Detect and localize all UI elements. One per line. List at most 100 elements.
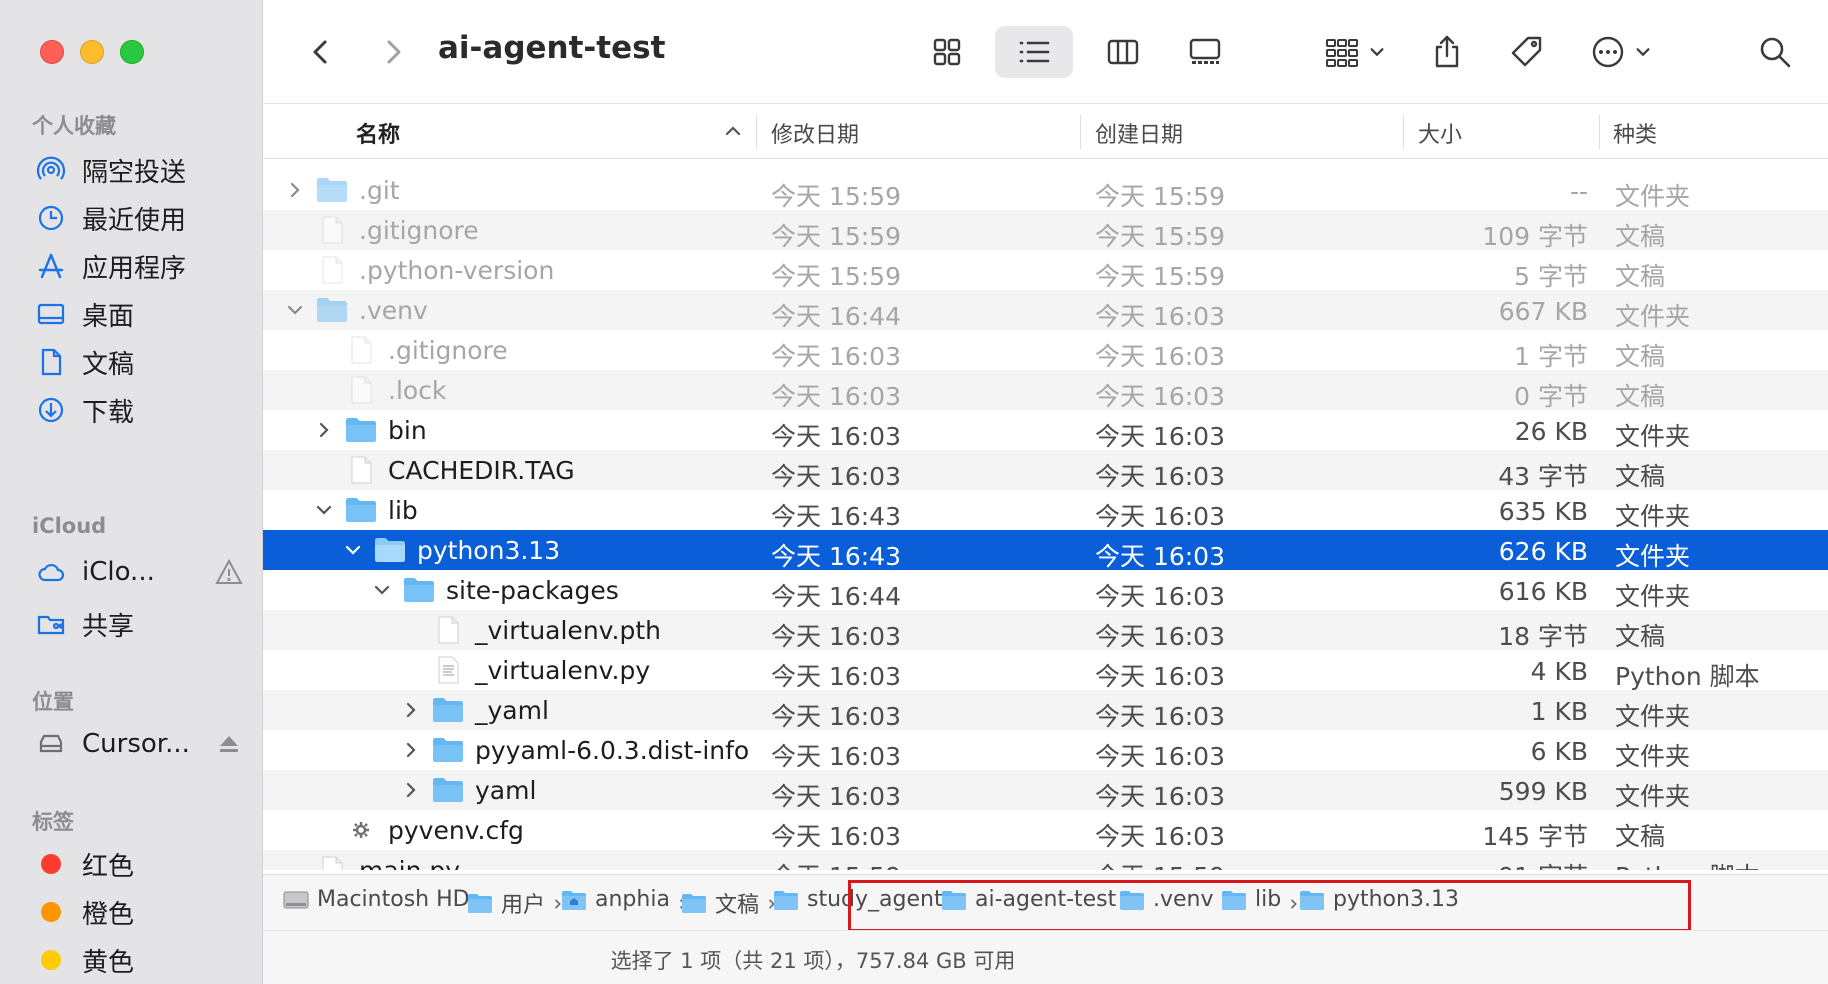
column-modified-header[interactable]: 修改日期 [771,117,859,149]
size-cell: 26 KB [1514,417,1588,446]
group-by-button[interactable] [1317,26,1393,78]
disclosure-collapsed-icon[interactable] [401,740,421,760]
gallery-view-button[interactable] [1175,26,1235,78]
modified-date-cell: 今天 16:03 [771,382,901,411]
group-grid-icon [1326,39,1358,67]
modified-date-cell: 今天 15:59 [771,182,901,211]
folder-icon [315,296,349,324]
share-button[interactable] [1423,26,1471,78]
sidebar-item-label: 最近使用 [82,205,187,236]
table-row[interactable]: site-packages 今天 16:44 今天 16:03 616 KB 文件夹 [263,570,1828,611]
name-cell: _virtualenv.py [401,650,650,690]
table-row[interactable]: lib 今天 16:43 今天 16:03 635 KB 文件夹 [263,490,1828,531]
disclosure-expanded-icon[interactable] [314,500,334,520]
disclosure-collapsed-icon[interactable] [401,700,421,720]
table-row[interactable]: yaml 今天 16:03 今天 16:03 599 KB 文件夹 [263,770,1828,811]
table-row[interactable]: bin 今天 16:03 今天 16:03 26 KB 文件夹 [263,410,1828,451]
hard-drive-icon [283,889,317,911]
modified-date-cell: 今天 16:03 [771,742,901,771]
name-cell: site-packages [372,570,619,610]
table-row[interactable]: pyyaml-6.0.3.dist-info 今天 16:03 今天 16:03 6 … [263,730,1828,771]
sidebar-item-airdrop[interactable]: 隔空投送 [34,148,249,192]
folder-icon [315,176,349,204]
table-row[interactable]: main.py 今天 15:59 今天 15:59 91 字节 Python 脚本 [263,850,1828,870]
table-row[interactable]: .lock 今天 16:03 今天 16:03 0 字节 文稿 [263,370,1828,411]
disclosure-expanded-icon[interactable] [343,540,363,560]
sidebar-item-shared[interactable]: 共享 [34,602,249,646]
table-row[interactable]: .gitignore 今天 16:03 今天 16:03 1 字节 文稿 [263,330,1828,371]
sidebar-item-icloud-drive[interactable]: iClo... [34,550,249,594]
name-cell: .venv [285,290,428,330]
name-cell: lib [314,490,418,530]
sidebar-item-recents[interactable]: 最近使用 [34,196,249,240]
name-cell: python3.13 [343,530,560,570]
minimize-window-button[interactable] [80,40,104,64]
back-button[interactable] [299,26,343,78]
eject-icon[interactable] [215,730,243,758]
file-name: lib [388,495,418,525]
search-button[interactable] [1751,26,1799,78]
size-cell: 5 字节 [1514,262,1588,291]
sidebar: 个人收藏 隔空投送 最近使用 应用程序 桌面 文稿 下载 iCloud iClo… [0,0,263,984]
modified-date-cell: 今天 16:03 [771,662,901,691]
warning-icon[interactable] [215,558,243,586]
status-text: 选择了 1 项（共 21 项），757.84 GB 可用 [610,949,1016,973]
applications-icon [34,249,68,283]
size-cell: 18 字节 [1498,622,1588,651]
table-row[interactable]: _virtualenv.pth 今天 16:03 今天 16:03 18 字节 文稿 [263,610,1828,651]
breadcrumb-item[interactable]: Macintosh HD [283,887,470,912]
forward-button[interactable] [371,26,415,78]
more-actions-button[interactable] [1585,26,1657,78]
table-row[interactable]: _yaml 今天 16:03 今天 16:03 1 KB 文件夹 [263,690,1828,731]
column-created-header[interactable]: 创建日期 [1095,117,1183,149]
disclosure-collapsed-icon[interactable] [314,420,334,440]
home-folder-icon [561,889,595,911]
table-row[interactable]: .venv 今天 16:44 今天 16:03 667 KB 文件夹 [263,290,1828,331]
sort-ascending-icon[interactable] [723,121,743,145]
breadcrumb-item[interactable]: 文稿 [681,887,759,919]
table-row[interactable]: pyvenv.cfg 今天 16:03 今天 16:03 145 字节 文稿 [263,810,1828,851]
document-file-icon [315,256,349,284]
sidebar-item-tag-orange[interactable]: 橙色 [34,890,249,934]
table-row[interactable]: .gitignore 今天 15:59 今天 15:59 109 字节 文稿 [263,210,1828,251]
name-cell: pyvenv.cfg [314,810,524,850]
column-size-header[interactable]: 大小 [1418,117,1462,149]
sidebar-item-documents[interactable]: 文稿 [34,340,249,384]
shared-folder-icon [34,607,68,641]
column-view-button[interactable] [1095,26,1151,78]
sidebar-item-downloads[interactable]: 下载 [34,388,249,432]
sidebar-item-tag-yellow[interactable]: 黄色 [34,938,249,982]
icloud-header: iCloud [32,514,107,538]
icon-view-button[interactable] [919,26,975,78]
disclosure-expanded-icon[interactable] [372,580,392,600]
toolbar: ai-agent-test [263,0,1828,104]
disclosure-collapsed-icon[interactable] [285,180,305,200]
table-row[interactable]: CACHEDIR.TAG 今天 16:03 今天 16:03 43 字节 文稿 [263,450,1828,491]
column-name-header[interactable]: 名称 [356,117,400,149]
tag-button[interactable] [1503,26,1551,78]
breadcrumb-label: Macintosh HD [317,887,470,912]
close-window-button[interactable] [40,40,64,64]
breadcrumb-item[interactable]: anphia [561,887,670,912]
table-row-selected[interactable]: python3.13 今天 16:43 今天 16:03 626 KB 文件夹 [263,530,1828,571]
sidebar-item-desktop[interactable]: 桌面 [34,292,249,336]
sidebar-item-applications[interactable]: 应用程序 [34,244,249,288]
table-row[interactable]: .python-version 今天 15:59 今天 15:59 5 字节 文稿 [263,250,1828,291]
sidebar-item-tag-red[interactable]: 红色 [34,842,249,886]
sidebar-item-cursor-disk[interactable]: Cursor... [34,722,249,766]
sidebar-item-label: 黄色 [82,947,135,978]
file-name: pyvenv.cfg [388,815,524,845]
table-row[interactable]: .git 今天 15:59 今天 15:59 -- 文件夹 [263,170,1828,211]
zoom-window-button[interactable] [120,40,144,64]
list-view-button[interactable] [995,26,1073,78]
file-name: CACHEDIR.TAG [388,455,575,485]
table-row[interactable]: _virtualenv.py 今天 16:03 今天 16:03 4 KB Python… [263,650,1828,691]
grid-icon [933,38,961,66]
disclosure-expanded-icon[interactable] [285,300,305,320]
column-kind-header[interactable]: 种类 [1613,117,1657,149]
disclosure-collapsed-icon[interactable] [401,780,421,800]
modified-date-cell: 今天 15:59 [771,222,901,251]
breadcrumb-item[interactable]: 用户 [467,887,545,919]
